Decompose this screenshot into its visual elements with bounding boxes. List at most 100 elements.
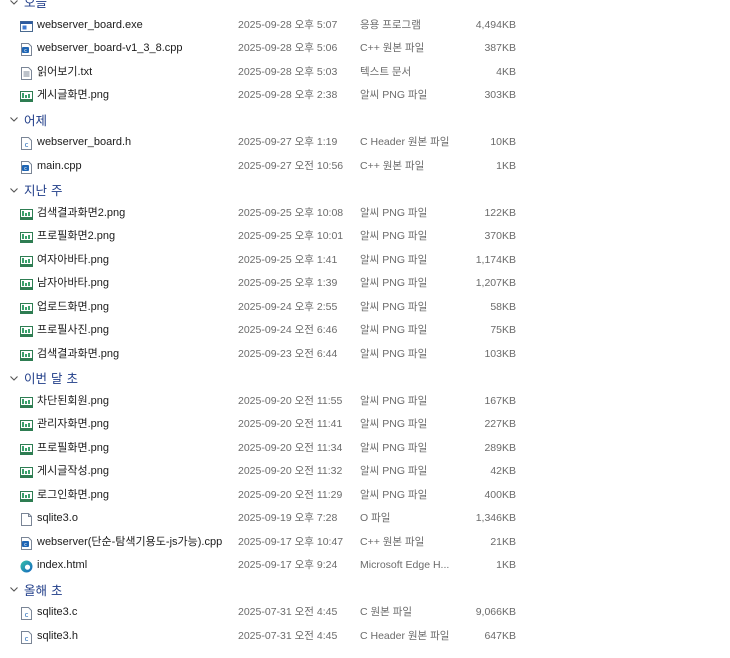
image-file-icon [20,90,33,103]
c-file-icon: c [20,137,33,150]
file-date-modified: 2025-09-17 오후 10:47 [238,535,344,548]
file-name: index.html [37,559,88,571]
file-name: 읽어보기.txt [37,65,93,78]
file-name: sqlite3.o [37,512,78,524]
file-row[interactable]: c main.cpp 2025-09-27 오전 10:56 C++ 원본 파일… [0,155,730,179]
group-header[interactable]: 오늘 [0,0,730,14]
file-date-modified: 2025-09-25 오후 10:01 [238,230,344,242]
svg-text:c: c [25,611,29,619]
image-file-icon [20,419,33,432]
file-row[interactable]: 프로필화면2.png 2025-09-25 오후 10:01 알씨 PNG 파일… [0,225,730,249]
file-row[interactable]: 검색결과화면2.png 2025-09-25 오후 10:08 알씨 PNG 파… [0,202,730,226]
file-size: 387KB [484,42,516,54]
file-name: webserver_board.exe [37,18,143,31]
file-name: 업로드화면.png [37,300,110,313]
file-size: 289KB [484,441,516,454]
image-file-icon [20,255,33,268]
file-row[interactable]: webserver_board.exe 2025-09-28 오후 5:07 응… [0,14,730,38]
edge-icon [20,560,33,573]
exe-icon [20,20,33,33]
file-date-modified: 2025-09-24 오후 2:55 [238,300,338,313]
file-row[interactable]: c webserver(단순-탐색기용도-js가능).cpp 2025-09-1… [0,531,730,555]
file-size: 303KB [484,89,516,101]
file-size: 4KB [496,65,516,78]
file-row[interactable]: 읽어보기.txt 2025-09-28 오후 5:03 텍스트 문서 4KB [0,61,730,85]
image-file-icon [20,278,33,291]
c-file-icon: c [20,630,33,644]
file-name: sqlite3.c [37,606,78,618]
image-file-icon [20,443,33,456]
file-row[interactable]: 업로드화면.png 2025-09-24 오후 2:55 알씨 PNG 파일 5… [0,296,730,320]
svg-text:c: c [24,166,27,172]
file-size: 21KB [490,535,516,548]
file-date-modified: 2025-09-17 오후 9:24 [238,559,338,571]
file-row[interactable]: 검색결과화면.png 2025-09-23 오전 6:44 알씨 PNG 파일 … [0,343,730,367]
file-name: webserver_board-v1_3_8.cpp [37,42,183,54]
file-size: 227KB [484,418,516,430]
file-date-modified: 2025-09-23 오전 6:44 [238,347,338,360]
file-row[interactable]: 게시글화면.png 2025-09-28 오후 2:38 알씨 PNG 파일 3… [0,84,730,108]
file-size: 10KB [490,136,516,148]
file-size: 4,494KB [475,18,516,31]
file-size: 1,207KB [475,277,516,289]
svg-text:c: c [24,48,27,54]
file-name: 게시글화면.png [37,89,110,101]
file-date-modified: 2025-07-31 오전 4:45 [238,606,338,618]
file-row[interactable]: 차단된회원.png 2025-09-20 오전 11:55 알씨 PNG 파일 … [0,390,730,414]
file-date-modified: 2025-09-25 오후 10:08 [238,206,344,219]
group-header[interactable]: 이번 달 초 [0,366,730,390]
file-date-modified: 2025-09-28 오후 5:07 [238,18,338,31]
file-date-modified: 2025-09-28 오후 5:03 [238,65,338,78]
group-header[interactable]: 지난 주 [0,178,730,202]
file-name: 여자아바타.png [37,253,110,266]
file-name: 프로필화면.png [37,441,110,454]
file-name: 프로필화면2.png [37,230,116,242]
file-date-modified: 2025-09-19 오후 7:28 [238,512,338,524]
file-size: 1,174KB [475,253,516,266]
image-file-icon [20,325,33,338]
file-row[interactable]: c webserver_board-v1_3_8.cpp 2025-09-28 … [0,37,730,61]
blank-file-icon [20,513,33,526]
file-row[interactable]: 프로필화면.png 2025-09-20 오전 11:34 알씨 PNG 파일 … [0,437,730,461]
file-size: 400KB [484,488,516,501]
cpp-file-icon: c [20,160,33,174]
group-header[interactable]: 올해 초 [0,578,730,602]
file-date-modified: 2025-09-20 오전 11:34 [238,441,343,454]
svg-text:c: c [25,635,29,643]
file-row[interactable]: sqlite3.o 2025-09-19 오후 7:28 O 파일 1,346K… [0,507,730,531]
group-header[interactable]: 어제 [0,108,730,132]
file-date-modified: 2025-09-28 오후 5:06 [238,42,338,54]
chevron-down-icon[interactable] [8,113,20,125]
image-file-icon [20,490,33,503]
file-date-modified: 2025-09-20 오전 11:29 [238,488,343,501]
chevron-down-icon[interactable] [8,372,20,384]
svg-text:c: c [24,542,27,548]
file-row[interactable]: c webserver_board.h 2025-09-27 오후 1:19 C… [0,131,730,155]
file-row[interactable]: c sqlite3.h 2025-07-31 오전 4:45 C Header … [0,625,730,649]
file-name: 프로필사진.png [37,324,110,336]
chevron-down-icon[interactable] [8,0,20,8]
file-name: sqlite3.h [37,629,78,642]
file-name: 검색결과화면.png [37,347,120,360]
file-size: 370KB [484,230,516,242]
file-date-modified: 2025-09-20 오전 11:55 [238,394,343,407]
image-file-icon [20,466,33,479]
cpp-file-icon: c [20,43,33,56]
file-row[interactable]: 여자아바타.png 2025-09-25 오후 1:41 알씨 PNG 파일 1… [0,249,730,273]
file-size: 647KB [484,629,516,642]
group-title: 오늘 [24,0,48,11]
file-row[interactable]: 관리자화면.png 2025-09-20 오전 11:41 알씨 PNG 파일 … [0,413,730,437]
chevron-down-icon[interactable] [8,184,20,196]
file-row[interactable]: index.html 2025-09-17 오후 9:24 Microsoft … [0,554,730,578]
file-row[interactable]: 로그인화면.png 2025-09-20 오전 11:29 알씨 PNG 파일 … [0,484,730,508]
file-row[interactable]: 게시글작성.png 2025-09-20 오전 11:32 알씨 PNG 파일 … [0,460,730,484]
file-row[interactable]: 프로필사진.png 2025-09-24 오전 6:46 알씨 PNG 파일 7… [0,319,730,343]
file-size: 122KB [484,206,516,219]
file-date-modified: 2025-09-24 오전 6:46 [238,324,338,336]
file-size: 75KB [490,324,516,336]
group-title: 어제 [24,112,48,128]
file-row[interactable]: 남자아바타.png 2025-09-25 오후 1:39 알씨 PNG 파일 1… [0,272,730,296]
file-row[interactable]: c sqlite3.c 2025-07-31 오전 4:45 C 원본 파일 9… [0,601,730,625]
chevron-down-icon[interactable] [8,583,20,595]
file-name: webserver(단순-탐색기용도-js가능).cpp [37,535,223,548]
